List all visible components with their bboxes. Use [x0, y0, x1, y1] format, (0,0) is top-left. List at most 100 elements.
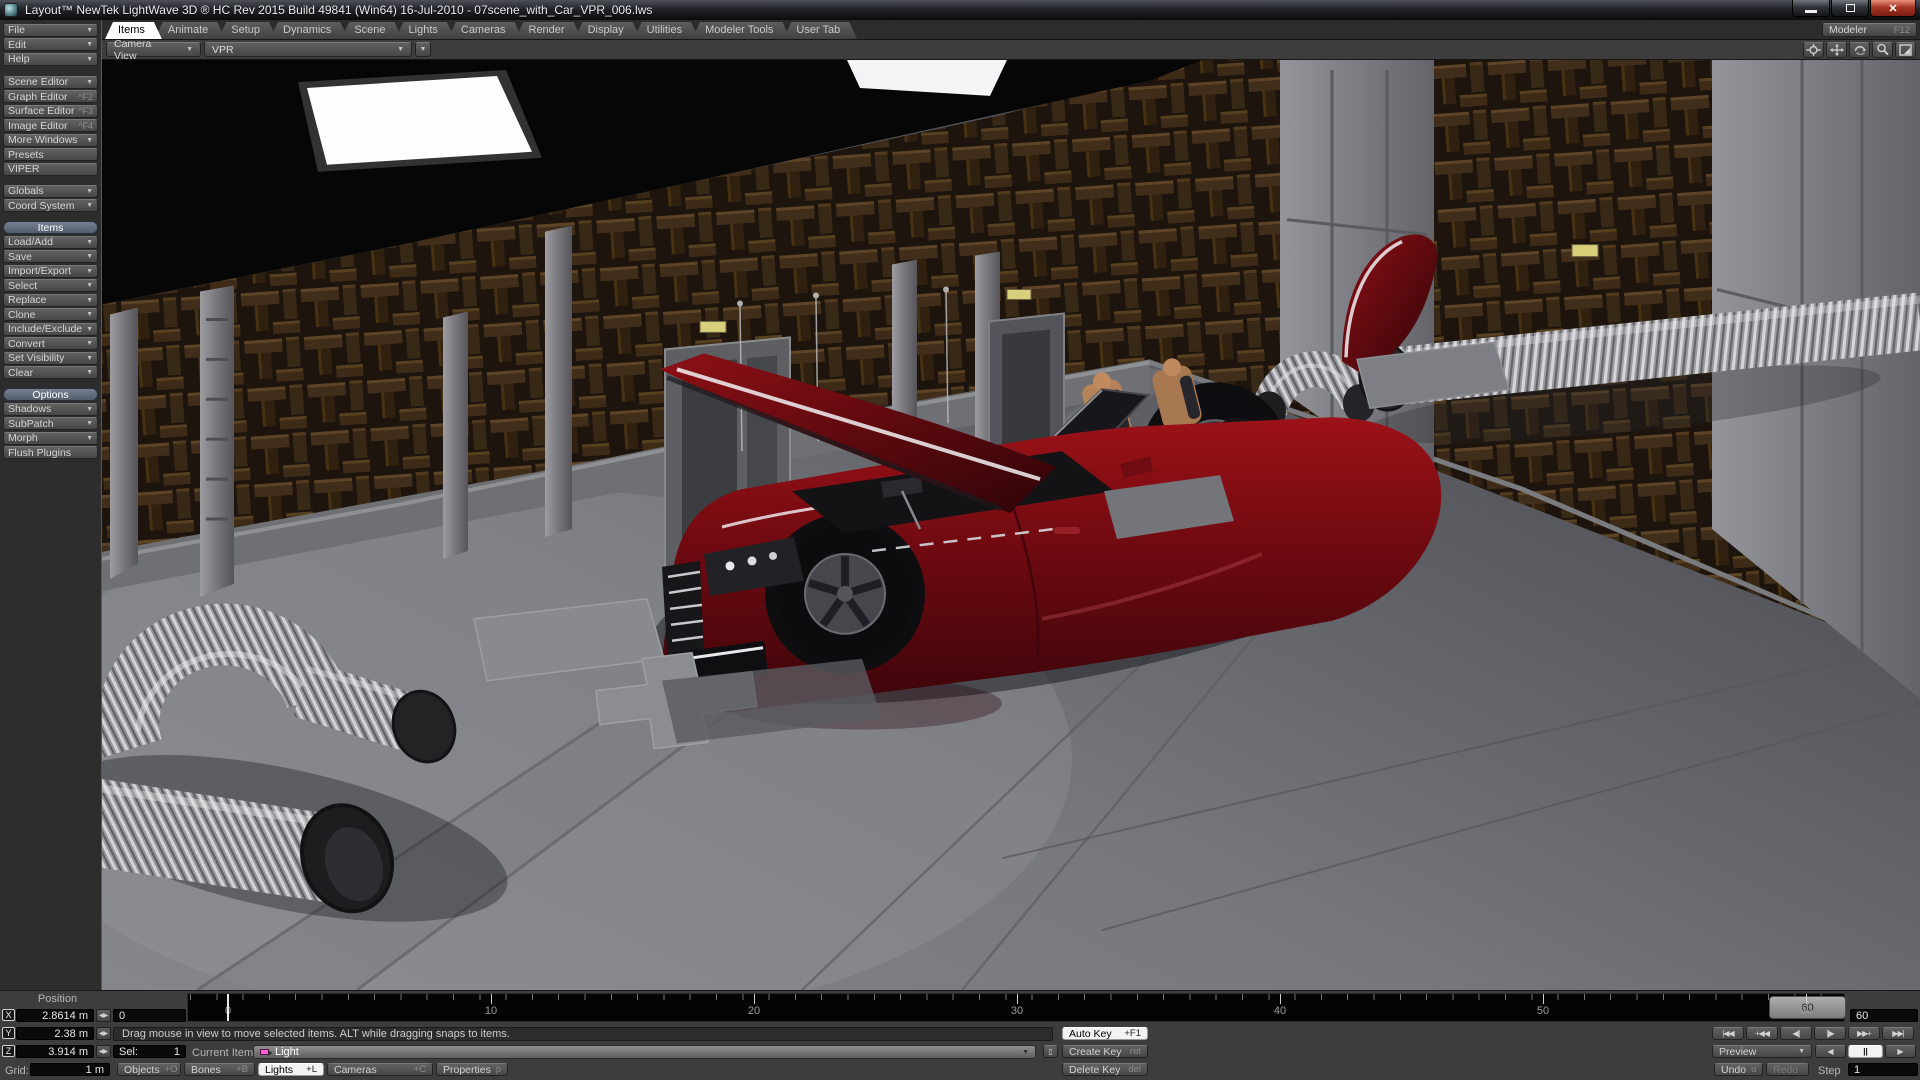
chevron-down-icon: ▼	[86, 79, 93, 86]
sidebar-button-label: More Windows	[8, 134, 77, 146]
sidebar-button-viper[interactable]: VIPER	[3, 163, 98, 176]
item-type-button[interactable]: Lights+L	[258, 1063, 324, 1076]
tab[interactable]: Modeler Tools	[692, 22, 790, 39]
grid-size-field[interactable]: 1 m	[30, 1063, 110, 1076]
sidebar-button-save[interactable]: Save▼	[3, 250, 98, 263]
item-type-button[interactable]: Propertiesp	[436, 1063, 508, 1076]
current-item-dropdown[interactable]: Light ▼	[253, 1045, 1036, 1059]
play-reverse-button[interactable]: ◀	[1815, 1045, 1846, 1058]
tab[interactable]: Animate	[155, 22, 225, 39]
sidebar-button-select[interactable]: Select▼	[3, 279, 98, 292]
restore-button[interactable]	[1831, 0, 1869, 17]
item-type-button[interactable]: Objects+O	[117, 1063, 181, 1076]
sel-value: 1	[174, 1046, 180, 1058]
sidebar-button-load-add[interactable]: Load/Add▼	[3, 236, 98, 249]
center-item-button[interactable]	[1803, 42, 1824, 58]
current-frame-marker[interactable]	[227, 994, 229, 1021]
nudge-x[interactable]: ◀▶	[96, 1009, 111, 1022]
sidebar-button-presets[interactable]: Presets	[3, 148, 98, 161]
transport-button[interactable]: +◀◀	[1746, 1027, 1778, 1040]
chevron-down-icon: ▼	[86, 282, 93, 289]
minimize-button[interactable]	[1792, 0, 1830, 17]
tab[interactable]: Lights	[396, 22, 455, 39]
create-key-label: Create Key	[1069, 1046, 1122, 1058]
sidebar-button-import-export[interactable]: Import/Export▼	[3, 265, 98, 278]
viewport-3d[interactable]	[102, 60, 1920, 990]
transport-button[interactable]: ▶▶+	[1848, 1027, 1880, 1040]
redo-button[interactable]: Redo	[1766, 1063, 1809, 1076]
nudge-y[interactable]: ◀▶	[96, 1027, 111, 1040]
sidebar-button-scene-editor[interactable]: Scene Editor▼	[3, 76, 98, 89]
nudge-z[interactable]: ◀▶	[96, 1045, 111, 1058]
end-frame-field[interactable]: 60	[1850, 1009, 1918, 1022]
item-type-button[interactable]: Cameras+C	[327, 1063, 433, 1076]
create-key-button[interactable]: Create Key ret	[1062, 1045, 1148, 1058]
render-mode-dropdown[interactable]: VPR ▼	[204, 42, 412, 57]
chevron-down-icon: ▼	[86, 340, 93, 347]
preview-dropdown[interactable]: Preview ▼	[1712, 1045, 1812, 1058]
sidebar-button-include-exclude[interactable]: Include/Exclude▼	[3, 323, 98, 336]
tab[interactable]: Scene	[341, 22, 402, 39]
view-mode-dropdown[interactable]: Camera View ▼	[106, 42, 201, 57]
minimize-icon	[1805, 10, 1817, 13]
sidebar-button-file[interactable]: File▼	[3, 24, 98, 37]
position-y-field[interactable]: 2.38 m	[16, 1027, 94, 1040]
sidebar-button-more-windows[interactable]: More Windows▼	[3, 134, 98, 147]
tab[interactable]: Display	[575, 22, 641, 39]
axis-z-button[interactable]: Z	[2, 1045, 15, 1057]
tab[interactable]: Utilities	[634, 22, 699, 39]
delete-key-button[interactable]: Delete Key del	[1062, 1063, 1148, 1076]
timeline-ruler[interactable]: 60 0102030405060	[187, 993, 1845, 1022]
sidebar-button-shadows[interactable]: Shadows▼	[3, 403, 98, 416]
tab[interactable]: Setup	[218, 22, 277, 39]
render-mode-label: VPR	[212, 44, 234, 56]
timeline-tick-label: 60	[1789, 1005, 1823, 1017]
sidebar-button-clear[interactable]: Clear▼	[3, 366, 98, 379]
rotate-view-button[interactable]	[1849, 42, 1870, 58]
zoom-view-button[interactable]	[1872, 42, 1893, 58]
auto-key-button[interactable]: Auto Key +F1	[1062, 1027, 1148, 1040]
position-z-field[interactable]: 3.914 m	[16, 1045, 94, 1058]
axis-x-button[interactable]: X	[2, 1009, 15, 1021]
position-x-field[interactable]: 2.8614 m	[16, 1009, 94, 1022]
sidebar-button-globals[interactable]: Globals▼	[3, 185, 98, 198]
sidebar-button-graph-editor[interactable]: Graph Editor^F2	[3, 90, 98, 103]
tab[interactable]: User Tab	[783, 22, 857, 39]
undo-button[interactable]: Undo u	[1714, 1063, 1763, 1076]
tab[interactable]: Cameras	[448, 22, 523, 39]
sidebar-button-surface-editor[interactable]: Surface Editor^F3	[3, 105, 98, 118]
tab[interactable]: Dynamics	[270, 22, 348, 39]
transport-button[interactable]: ▶▶|	[1882, 1027, 1914, 1040]
titlebar[interactable]: Layout™ NewTek LightWave 3D ® HC Rev 201…	[0, 0, 1920, 20]
sidebar-button-label: Help	[8, 53, 30, 65]
sidebar-button-coord-system[interactable]: Coord System▼	[3, 199, 98, 212]
sidebar-button-subpatch[interactable]: SubPatch▼	[3, 417, 98, 430]
close-button[interactable]: ✕	[1870, 0, 1916, 17]
current-frame-field[interactable]: 0	[113, 1009, 186, 1022]
sidebar-button-help[interactable]: Help▼	[3, 53, 98, 66]
sidebar-button-label: Shadows	[8, 403, 51, 415]
transport-button[interactable]: ||▶	[1814, 1027, 1846, 1040]
maximize-viewport-button[interactable]	[1895, 42, 1916, 58]
sidebar-button-flush-plugins[interactable]: Flush Plugins	[3, 446, 98, 459]
sidebar-button-set-visibility[interactable]: Set Visibility▼	[3, 352, 98, 365]
sidebar-button-edit[interactable]: Edit▼	[3, 38, 98, 51]
pause-button[interactable]: ||	[1848, 1045, 1883, 1058]
viewport-options-dropdown[interactable]: ▼	[415, 42, 431, 57]
tab[interactable]: Items	[105, 22, 162, 39]
sidebar-button-image-editor[interactable]: Image Editor^F4	[3, 119, 98, 132]
sidebar-button-convert[interactable]: Convert▼	[3, 337, 98, 350]
play-forward-button[interactable]: ▶	[1885, 1045, 1916, 1058]
item-properties-mini-button[interactable]: ▯	[1043, 1045, 1058, 1058]
step-field[interactable]: 1	[1848, 1063, 1918, 1076]
tab[interactable]: Render	[516, 22, 582, 39]
transport-button[interactable]: ◀||	[1780, 1027, 1812, 1040]
move-view-button[interactable]	[1826, 42, 1847, 58]
sidebar-button-clone[interactable]: Clone▼	[3, 308, 98, 321]
modeler-button[interactable]: Modeler F12	[1822, 23, 1917, 37]
transport-button[interactable]: |◀◀	[1712, 1027, 1744, 1040]
sidebar-button-morph[interactable]: Morph▼	[3, 432, 98, 445]
axis-y-button[interactable]: Y	[2, 1027, 15, 1039]
item-type-button[interactable]: Bones+B	[184, 1063, 255, 1076]
sidebar-button-replace[interactable]: Replace▼	[3, 294, 98, 307]
